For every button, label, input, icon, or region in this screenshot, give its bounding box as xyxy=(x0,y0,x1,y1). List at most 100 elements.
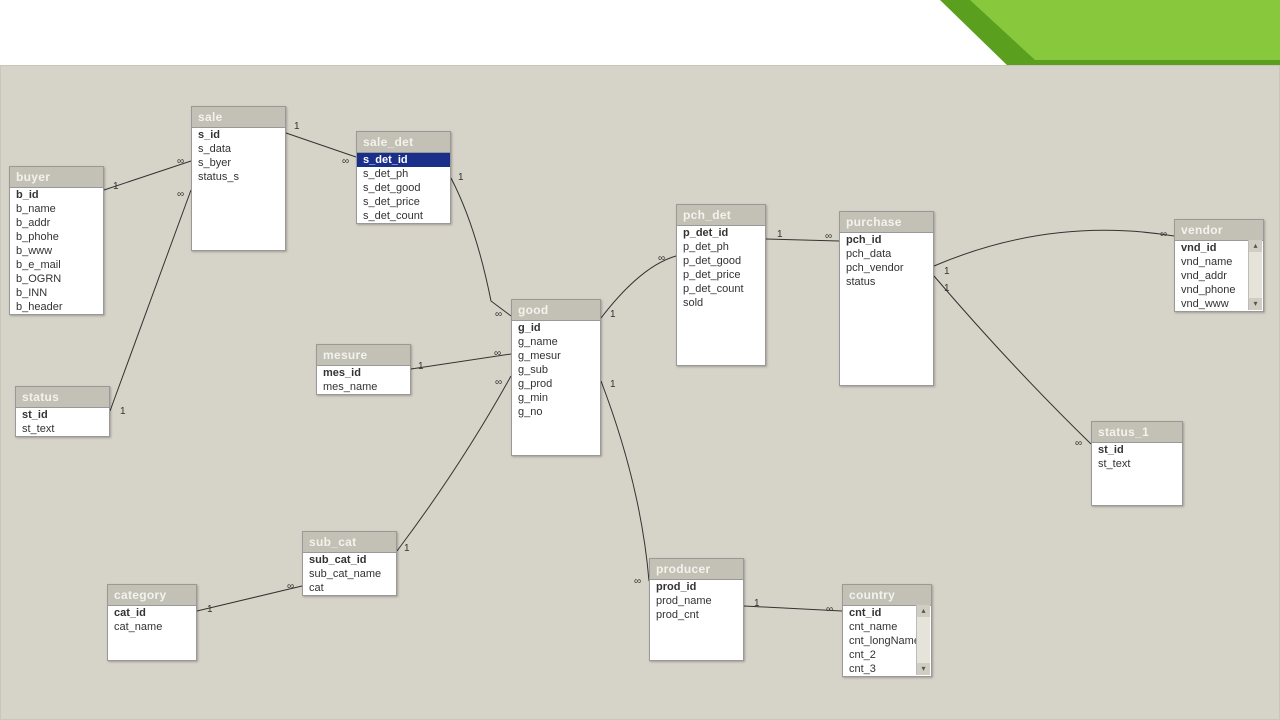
entity-header[interactable]: sale xyxy=(192,107,285,128)
entity-header[interactable]: mesure xyxy=(317,345,410,366)
field-p_det_count[interactable]: p_det_count xyxy=(677,282,765,296)
er-diagram-canvas[interactable]: buyerb_idb_nameb_addrb_phoheb_wwwb_e_mai… xyxy=(0,65,1280,720)
field-pch_data[interactable]: pch_data xyxy=(840,247,933,261)
entity-header[interactable]: category xyxy=(108,585,196,606)
entity-producer[interactable]: producerprod_idprod_nameprod_cnt xyxy=(649,558,744,661)
entity-buyer[interactable]: buyerb_idb_nameb_addrb_phoheb_wwwb_e_mai… xyxy=(9,166,104,315)
entity-body: cat_idcat_name xyxy=(108,606,196,634)
field-g_name[interactable]: g_name xyxy=(512,335,600,349)
cardinality-label: 1 xyxy=(293,121,301,132)
field-b_OGRN[interactable]: b_OGRN xyxy=(10,272,103,286)
field-mes_name[interactable]: mes_name xyxy=(317,380,410,394)
entity-body: p_det_idp_det_php_det_goodp_det_pricep_d… xyxy=(677,226,765,310)
field-pch_vendor[interactable]: pch_vendor xyxy=(840,261,933,275)
entity-good[interactable]: goodg_idg_nameg_mesurg_subg_prodg_ming_n… xyxy=(511,299,601,456)
scroll-down-icon[interactable]: ▾ xyxy=(1249,298,1262,310)
field-prod_id[interactable]: prod_id xyxy=(650,580,743,594)
field-b_header[interactable]: b_header xyxy=(10,300,103,314)
entity-status_1[interactable]: status_1st_idst_text xyxy=(1091,421,1183,506)
entity-body: s_ids_datas_byerstatus_s xyxy=(192,128,285,184)
entity-sale_det[interactable]: sale_dets_det_ids_det_phs_det_goods_det_… xyxy=(356,131,451,224)
field-s_det_good[interactable]: s_det_good xyxy=(357,181,450,195)
field-s_det_price[interactable]: s_det_price xyxy=(357,195,450,209)
entity-header[interactable]: purchase xyxy=(840,212,933,233)
cardinality-label: ∞ xyxy=(286,581,295,592)
cardinality-label: ∞ xyxy=(824,231,833,242)
field-mes_id[interactable]: mes_id xyxy=(317,366,410,380)
entity-status[interactable]: statusst_idst_text xyxy=(15,386,110,437)
scrollbar[interactable]: ▴▾ xyxy=(916,605,930,675)
field-prod_name[interactable]: prod_name xyxy=(650,594,743,608)
field-p_det_good[interactable]: p_det_good xyxy=(677,254,765,268)
entity-header[interactable]: status_1 xyxy=(1092,422,1182,443)
entity-header[interactable]: status xyxy=(16,387,109,408)
entity-header[interactable]: buyer xyxy=(10,167,103,188)
field-cat_id[interactable]: cat_id xyxy=(108,606,196,620)
field-s_id[interactable]: s_id xyxy=(192,128,285,142)
field-sub_cat_name[interactable]: sub_cat_name xyxy=(303,567,396,581)
field-sold[interactable]: sold xyxy=(677,296,765,310)
cardinality-label: 1 xyxy=(403,543,411,554)
entity-purchase[interactable]: purchasepch_idpch_datapch_vendorstatus xyxy=(839,211,934,386)
field-b_www[interactable]: b_www xyxy=(10,244,103,258)
cardinality-label: 1 xyxy=(457,172,465,183)
field-sub_cat_id[interactable]: sub_cat_id xyxy=(303,553,396,567)
field-b_name[interactable]: b_name xyxy=(10,202,103,216)
scrollbar[interactable]: ▴▾ xyxy=(1248,240,1262,310)
field-s_det_ph[interactable]: s_det_ph xyxy=(357,167,450,181)
field-b_id[interactable]: b_id xyxy=(10,188,103,202)
entity-header[interactable]: sale_det xyxy=(357,132,450,153)
entity-header[interactable]: country xyxy=(843,585,931,606)
entity-header[interactable]: pch_det xyxy=(677,205,765,226)
field-g_no[interactable]: g_no xyxy=(512,405,600,419)
field-b_INN[interactable]: b_INN xyxy=(10,286,103,300)
cardinality-label: ∞ xyxy=(494,309,503,320)
entity-body: pch_idpch_datapch_vendorstatus xyxy=(840,233,933,289)
field-pch_id[interactable]: pch_id xyxy=(840,233,933,247)
entity-mesure[interactable]: mesuremes_idmes_name xyxy=(316,344,411,395)
field-cat_name[interactable]: cat_name xyxy=(108,620,196,634)
entity-header[interactable]: producer xyxy=(650,559,743,580)
field-s_det_count[interactable]: s_det_count xyxy=(357,209,450,223)
entity-sub_cat[interactable]: sub_catsub_cat_idsub_cat_namecat xyxy=(302,531,397,596)
field-g_sub[interactable]: g_sub xyxy=(512,363,600,377)
scroll-up-icon[interactable]: ▴ xyxy=(917,605,930,617)
entity-vendor[interactable]: vendorvnd_idvnd_namevnd_addrvnd_phonevnd… xyxy=(1174,219,1264,312)
field-st_id[interactable]: st_id xyxy=(16,408,109,422)
entity-sale[interactable]: sales_ids_datas_byerstatus_s xyxy=(191,106,286,251)
cardinality-label: ∞ xyxy=(1074,438,1083,449)
entity-header[interactable]: sub_cat xyxy=(303,532,396,553)
entity-category[interactable]: categorycat_idcat_name xyxy=(107,584,197,661)
field-st_text[interactable]: st_text xyxy=(1092,457,1182,471)
entity-header[interactable]: good xyxy=(512,300,600,321)
cardinality-label: ∞ xyxy=(633,576,642,587)
field-status[interactable]: status xyxy=(840,275,933,289)
field-p_det_id[interactable]: p_det_id xyxy=(677,226,765,240)
field-g_mesur[interactable]: g_mesur xyxy=(512,349,600,363)
entity-header[interactable]: vendor xyxy=(1175,220,1263,241)
field-st_id[interactable]: st_id xyxy=(1092,443,1182,457)
field-p_det_ph[interactable]: p_det_ph xyxy=(677,240,765,254)
entity-body: b_idb_nameb_addrb_phoheb_wwwb_e_mailb_OG… xyxy=(10,188,103,314)
field-cat[interactable]: cat xyxy=(303,581,396,595)
cardinality-label: 1 xyxy=(753,598,761,609)
field-s_byer[interactable]: s_byer xyxy=(192,156,285,170)
field-g_min[interactable]: g_min xyxy=(512,391,600,405)
field-prod_cnt[interactable]: prod_cnt xyxy=(650,608,743,622)
entity-body: st_idst_text xyxy=(1092,443,1182,471)
field-p_det_price[interactable]: p_det_price xyxy=(677,268,765,282)
scroll-down-icon[interactable]: ▾ xyxy=(917,663,930,675)
field-s_det_id[interactable]: s_det_id xyxy=(357,153,450,167)
field-b_phohe[interactable]: b_phohe xyxy=(10,230,103,244)
field-b_e_mail[interactable]: b_e_mail xyxy=(10,258,103,272)
field-g_id[interactable]: g_id xyxy=(512,321,600,335)
entity-country[interactable]: countrycnt_idcnt_namecnt_longNamecnt_2cn… xyxy=(842,584,932,677)
entity-pch_det[interactable]: pch_detp_det_idp_det_php_det_goodp_det_p… xyxy=(676,204,766,366)
relation-purchase-vendor xyxy=(934,230,1174,266)
field-st_text[interactable]: st_text xyxy=(16,422,109,436)
field-g_prod[interactable]: g_prod xyxy=(512,377,600,391)
scroll-up-icon[interactable]: ▴ xyxy=(1249,240,1262,252)
field-status_s[interactable]: status_s xyxy=(192,170,285,184)
field-s_data[interactable]: s_data xyxy=(192,142,285,156)
field-b_addr[interactable]: b_addr xyxy=(10,216,103,230)
